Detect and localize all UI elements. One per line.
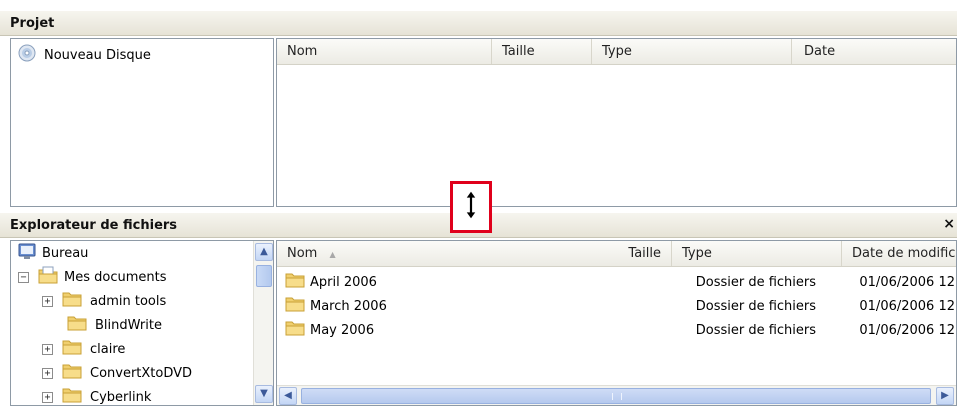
- tree-item-nouveau-disque[interactable]: Nouveau Disque: [18, 43, 151, 67]
- tree-item-label: admin tools: [90, 293, 167, 309]
- tree-item-cyberlink[interactable]: + Cyberlink: [42, 385, 152, 405]
- tree-item-blindwrite[interactable]: BlindWrite: [67, 313, 162, 337]
- column-date[interactable]: Date: [792, 39, 956, 64]
- scroll-left-icon[interactable]: ◀: [279, 387, 297, 405]
- documents-folder-icon: [38, 266, 58, 288]
- column-size[interactable]: Taille: [577, 241, 672, 266]
- scroll-up-icon[interactable]: ▲: [255, 243, 273, 261]
- tree-item-label: Nouveau Disque: [44, 47, 151, 63]
- file-row[interactable]: April 2006 Dossier de fichiers 01/06/200…: [285, 270, 955, 294]
- column-type[interactable]: Type: [592, 39, 792, 64]
- collapse-icon[interactable]: −: [18, 271, 29, 283]
- explorer-file-list[interactable]: Nom ▲ Taille Type Date de modific April …: [276, 240, 957, 406]
- file-row[interactable]: March 2006 Dossier de fichiers 01/06/200…: [285, 294, 955, 318]
- folder-icon: [62, 363, 82, 383]
- column-size[interactable]: Taille: [492, 39, 592, 64]
- vertical-scrollbar[interactable]: ▲ ▼: [253, 241, 273, 405]
- file-name: March 2006: [310, 298, 387, 314]
- horizontal-scrollbar[interactable]: ◀ ▶: [277, 385, 956, 405]
- file-type: Dossier de fichiers: [695, 298, 817, 314]
- scroll-down-icon[interactable]: ▼: [255, 385, 273, 403]
- explorer-title-text: Explorateur de fichiers: [10, 218, 178, 233]
- expand-icon[interactable]: +: [42, 367, 53, 379]
- sort-ascending-icon: ▲: [329, 250, 336, 259]
- tree-item-mes-documents[interactable]: − Mes documents: [18, 265, 166, 289]
- tree-item-bureau[interactable]: Bureau: [18, 241, 88, 265]
- tree-item-label: Mes documents: [64, 269, 167, 285]
- file-name: May 2006: [310, 322, 375, 338]
- expand-icon[interactable]: +: [42, 343, 53, 355]
- expand-icon[interactable]: +: [42, 391, 53, 403]
- file-type: Dossier de fichiers: [695, 322, 817, 338]
- folder-icon: [285, 296, 305, 316]
- explorer-column-header: Nom ▲ Taille Type Date de modific: [277, 241, 956, 267]
- tree-item-label: claire: [90, 341, 126, 357]
- scroll-right-icon[interactable]: ▶: [936, 387, 954, 405]
- folder-icon: [67, 315, 87, 335]
- scrollbar-thumb[interactable]: [301, 388, 931, 404]
- scrollbar-thumb[interactable]: [256, 265, 272, 287]
- folder-icon: [285, 320, 305, 340]
- close-icon[interactable]: ×: [943, 216, 955, 232]
- tree-item-admin-tools[interactable]: + admin tools: [42, 289, 166, 313]
- file-date: 01/06/2006 12: [859, 322, 955, 338]
- folder-icon: [62, 291, 82, 311]
- project-file-list[interactable]: Nom Taille Type Date: [276, 38, 957, 207]
- tree-item-label: Bureau: [42, 245, 89, 261]
- project-column-header: Nom Taille Type Date: [277, 39, 956, 65]
- column-type[interactable]: Type: [672, 241, 842, 266]
- file-date: 01/06/2006 12: [859, 274, 955, 290]
- tree-item-label: Cyberlink: [90, 389, 152, 405]
- column-name[interactable]: Nom: [277, 39, 492, 64]
- disc-icon: [18, 44, 36, 66]
- file-row[interactable]: May 2006 Dossier de fichiers 01/06/2006 …: [285, 318, 955, 342]
- grip-icon: [612, 393, 622, 400]
- project-tree-pane[interactable]: Nouveau Disque: [10, 38, 274, 207]
- tree-item-label: BlindWrite: [95, 317, 162, 333]
- tree-item-label: ConvertXtoDVD: [90, 365, 193, 381]
- explorer-tree-pane[interactable]: Bureau − Mes documents + admin tools Bli…: [10, 240, 274, 406]
- file-type: Dossier de fichiers: [695, 274, 817, 290]
- vertical-resize-cursor-icon: [465, 190, 477, 224]
- tree-item-claire[interactable]: + claire: [42, 337, 125, 361]
- desktop-icon: [18, 242, 36, 264]
- folder-icon: [285, 272, 305, 292]
- resize-cursor-highlight[interactable]: [450, 181, 492, 233]
- tree-item-convertxtodvd[interactable]: + ConvertXtoDVD: [42, 361, 192, 385]
- column-date-modified[interactable]: Date de modific: [842, 241, 956, 266]
- project-section-title: Projet: [0, 10, 957, 36]
- file-date: 01/06/2006 12: [859, 298, 955, 314]
- expand-icon[interactable]: +: [42, 295, 53, 307]
- column-name-label: Nom: [287, 246, 318, 261]
- folder-icon: [62, 339, 82, 359]
- folder-icon: [62, 387, 82, 405]
- file-name: April 2006: [310, 274, 377, 290]
